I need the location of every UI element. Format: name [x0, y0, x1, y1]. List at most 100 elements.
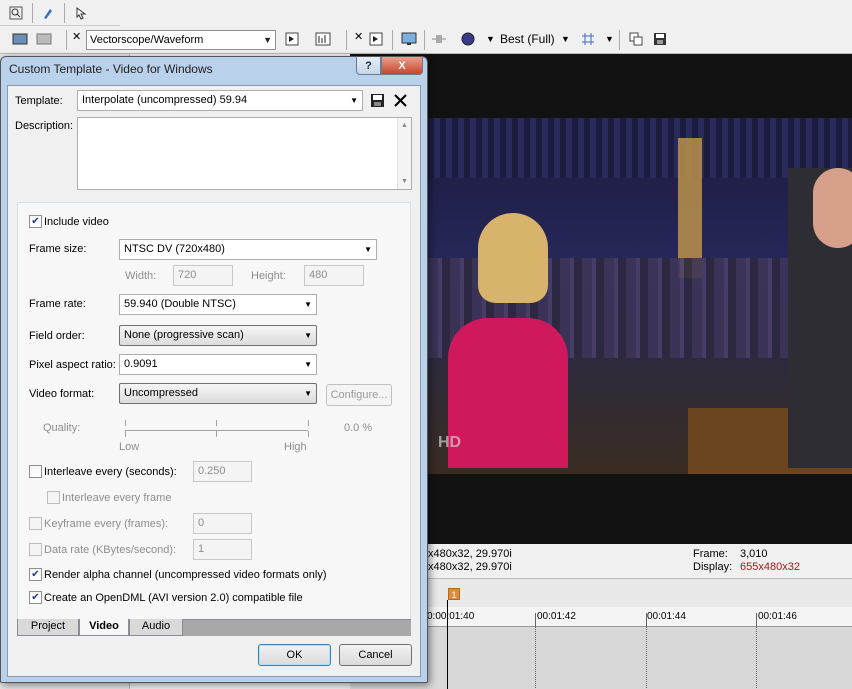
toolbar-separator	[32, 3, 33, 23]
slider-tick	[308, 431, 309, 437]
ok-button[interactable]: OK	[258, 644, 331, 666]
frame-rate-dropdown[interactable]: 59.940 (Double NTSC) ▼	[119, 294, 317, 315]
chevron-down-icon: ▼	[350, 96, 358, 105]
slider-tick	[308, 420, 309, 426]
ruler-gridline	[535, 627, 536, 689]
waveform-icon[interactable]	[313, 29, 333, 49]
data-rate-checkbox[interactable]	[29, 543, 42, 556]
guest-figure	[478, 213, 548, 303]
keyframe-checkbox[interactable]	[29, 517, 42, 530]
ruler-gridline	[646, 627, 647, 689]
scope-type-value: Vectorscope/Waveform	[90, 34, 204, 46]
scroll-down-icon[interactable]: ▼	[401, 178, 408, 185]
interleave-checkbox[interactable]	[29, 465, 42, 478]
chevron-down-icon: ▼	[304, 331, 312, 340]
chevron-down-icon[interactable]: ▼	[486, 34, 495, 44]
ruler-tick-label: 00:01:44	[647, 611, 686, 622]
chevron-down-icon: ▼	[304, 360, 312, 369]
chevron-down-icon[interactable]: ▼	[561, 34, 570, 44]
data-rate-label: Data rate (KBytes/second):	[44, 544, 177, 556]
opendml-checkbox[interactable]: ✔	[29, 591, 42, 604]
quality-high-label: High	[284, 441, 307, 453]
split-view-icon[interactable]	[34, 29, 54, 49]
paint-brush-icon[interactable]	[38, 3, 58, 23]
template-label: Template:	[15, 95, 63, 107]
preview-toolbar: ✕ Vectorscope/Waveform ▼ ✕ ▼ Best (Full)…	[0, 26, 852, 54]
data-rate-input[interactable]: 1	[193, 539, 252, 560]
field-order-value: None (progressive scan)	[124, 329, 244, 341]
description-scrollbar[interactable]: ▲ ▼	[397, 118, 411, 189]
frame-label: Frame:	[693, 548, 728, 560]
preview-info-text: x480x32, 29.970i	[428, 561, 512, 573]
external-monitor-icon[interactable]	[399, 29, 419, 49]
tab-project[interactable]: Project	[17, 619, 79, 636]
interleave-input[interactable]: 0.250	[193, 461, 252, 482]
height-input[interactable]: 480	[304, 265, 364, 286]
toolbar-separator	[346, 30, 347, 50]
delete-template-icon[interactable]	[393, 93, 408, 111]
scope-type-dropdown[interactable]: Vectorscope/Waveform ▼	[86, 30, 276, 50]
scope-settings-icon[interactable]	[282, 29, 302, 49]
ruler-tick	[756, 613, 757, 627]
configure-button[interactable]: Configure...	[326, 384, 392, 406]
host-head	[813, 168, 852, 248]
render-alpha-checkbox[interactable]: ✔	[29, 568, 42, 581]
preview-quality-dropdown[interactable]: Best (Full)	[500, 32, 555, 46]
split-screen-icon[interactable]	[429, 29, 449, 49]
frame-size-dropdown[interactable]: NTSC DV (720x480) ▼	[119, 239, 377, 260]
tab-video[interactable]: Video	[79, 619, 129, 636]
video-scope-icon[interactable]	[10, 29, 30, 49]
keyframe-input[interactable]: 0	[193, 513, 252, 534]
video-format-dropdown[interactable]: Uncompressed ▼	[119, 383, 317, 404]
frame-size-value: NTSC DV (720x480)	[124, 243, 225, 255]
render-alpha-label: Render alpha channel (uncompressed video…	[44, 569, 327, 581]
video-format-value: Uncompressed	[124, 387, 198, 399]
zoom-icon[interactable]	[6, 3, 26, 23]
pixel-aspect-dropdown[interactable]: 0.9091 ▼	[119, 354, 317, 375]
opendml-label: Create an OpenDML (AVI version 2.0) comp…	[44, 592, 303, 604]
ruler-tick	[646, 613, 647, 627]
slider-tick	[216, 420, 217, 426]
close-pane-icon[interactable]: ✕	[354, 30, 363, 43]
help-icon: ?	[365, 59, 372, 72]
template-value: Interpolate (uncompressed) 59.94	[82, 94, 248, 106]
save-template-icon[interactable]	[370, 93, 385, 111]
tab-audio[interactable]: Audio	[129, 619, 183, 636]
ruler-tick-label: 0:00:01:40	[427, 611, 475, 622]
scroll-up-icon[interactable]: ▲	[401, 122, 408, 129]
interleave-every-frame-checkbox[interactable]	[47, 491, 60, 504]
overlay-icon[interactable]	[458, 29, 478, 49]
help-button[interactable]: ?	[356, 57, 381, 75]
timeline-marker[interactable]: 1	[448, 588, 460, 600]
width-input[interactable]: 720	[173, 265, 233, 286]
include-video-checkbox[interactable]: ✔	[29, 215, 42, 228]
copy-snapshot-icon[interactable]	[626, 29, 646, 49]
chevron-down-icon[interactable]: ▼	[605, 34, 614, 44]
frame-rate-label: Frame rate:	[29, 298, 86, 310]
guest-dress	[448, 318, 568, 468]
slider-tick	[125, 431, 126, 437]
save-snapshot-icon[interactable]	[650, 29, 670, 49]
close-button[interactable]: X	[381, 57, 423, 75]
template-dropdown[interactable]: Interpolate (uncompressed) 59.94 ▼	[77, 90, 363, 111]
chevron-down-icon: ▼	[263, 35, 272, 45]
cancel-button[interactable]: Cancel	[339, 644, 412, 666]
description-textarea[interactable]: ▲ ▼	[77, 117, 412, 190]
preview-settings-icon[interactable]	[366, 29, 386, 49]
width-value: 720	[178, 269, 197, 281]
close-pane-icon[interactable]: ✕	[72, 30, 81, 43]
chevron-down-icon: ▼	[364, 245, 372, 254]
include-video-label: Include video	[44, 216, 109, 228]
selection-tool-icon[interactable]	[72, 3, 92, 23]
grid-icon[interactable]	[578, 29, 598, 49]
quality-low-label: Low	[119, 441, 140, 453]
field-order-dropdown[interactable]: None (progressive scan) ▼	[119, 325, 317, 346]
quality-label: Quality:	[43, 422, 81, 434]
network-logo: HD	[438, 434, 462, 451]
video-format-label: Video format:	[29, 388, 95, 400]
keyframe-value: 0	[198, 517, 205, 529]
playhead-cursor[interactable]	[447, 600, 448, 689]
chevron-down-icon: ▼	[304, 300, 312, 309]
quality-value: 0.0 %	[344, 422, 373, 434]
description-label: Description:	[15, 120, 74, 132]
